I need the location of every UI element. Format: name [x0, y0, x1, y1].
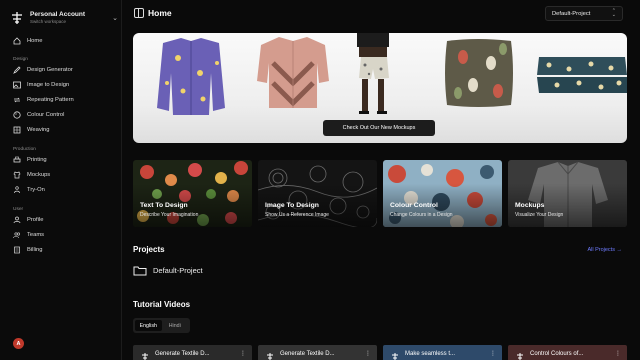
video-title: Generate Textile D... [280, 351, 335, 357]
avatar[interactable]: A [13, 338, 24, 349]
printer-icon [13, 156, 21, 164]
sidebar-item-label: Home [27, 38, 43, 44]
feature-card-title: Mockups [515, 202, 545, 209]
sidebar: Personal Account Switch workspace ⌄ Home… [0, 0, 122, 360]
video-title: Generate Textile D... [155, 351, 210, 357]
receipt-icon [13, 246, 21, 254]
tutorial-videos-heading: Tutorial Videos [133, 300, 191, 309]
home-icon [13, 37, 21, 45]
feature-card-subtitle: Change Colours in a Design [390, 212, 453, 218]
person-icon [13, 186, 21, 194]
account-name: Personal Account [30, 10, 86, 18]
more-options-icon[interactable]: ⋮ [490, 350, 496, 357]
chevron-down-icon: ⌄ [112, 15, 118, 22]
brand-logo-icon [515, 349, 525, 360]
sidebar-item-colour-control[interactable]: Colour Control [13, 110, 64, 120]
sidebar-item-teams[interactable]: Teams [13, 230, 44, 240]
shirt-mockup-image [257, 37, 329, 108]
sidebar-item-label: Mockups [27, 172, 51, 178]
video-thumbnail[interactable]: Generate Textile D... ⋮ [133, 345, 252, 360]
page-title: Home [148, 8, 172, 18]
nav-section-design: Design [13, 57, 28, 62]
feature-card-subtitle: Describe Your Imagination [140, 212, 199, 218]
sidebar-toggle-icon[interactable] [134, 8, 144, 18]
projects-heading: Projects [133, 245, 165, 254]
feature-card-colour-control[interactable]: Colour Control Change Colours in a Desig… [383, 160, 502, 227]
video-thumbnail[interactable]: Make seamless t... ⋮ [383, 345, 502, 360]
feature-card-title: Text To Design [140, 202, 188, 209]
tab-hindi[interactable]: Hindi [162, 320, 189, 331]
feature-card-title: Colour Control [390, 202, 438, 209]
brand-logo-icon [265, 349, 275, 360]
header: Home Default-Project ⌃ ⌄ [122, 0, 640, 28]
feature-card-subtitle: Visualize Your Design [515, 212, 564, 218]
grid-icon [13, 126, 21, 134]
jacket-mockup-image [157, 38, 225, 115]
palette-icon [13, 111, 21, 119]
sidebar-item-label: Colour Control [27, 112, 65, 118]
sidebar-item-label: Try-On [27, 187, 45, 193]
user-icon [13, 216, 21, 224]
account-subtitle: Switch workspace [30, 19, 67, 24]
sidebar-item-home[interactable]: Home [13, 36, 42, 46]
repeat-icon [13, 96, 21, 104]
model-mockup-image [357, 33, 389, 114]
feature-card-image-to-design[interactable]: Image To Design Show Us a Reference Imag… [258, 160, 377, 227]
more-options-icon[interactable]: ⋮ [365, 350, 371, 357]
workspace-switcher[interactable]: Personal Account Switch workspace ⌄ [10, 9, 118, 27]
new-mockups-button[interactable]: Check Out Our New Mockups [323, 120, 435, 136]
pencil-icon [13, 66, 21, 74]
tab-english[interactable]: English [135, 320, 162, 331]
sidebar-item-try-on[interactable]: Try-On [13, 185, 45, 195]
sidebar-item-label: Billing [27, 247, 43, 253]
feature-card-mockups[interactable]: Mockups Visualize Your Design [508, 160, 627, 227]
sidebar-item-label: Weaving [27, 127, 50, 133]
feature-card-subtitle: Show Us a Reference Image [265, 212, 329, 218]
brand-logo-icon [140, 349, 150, 360]
sidebar-item-label: Teams [27, 232, 45, 238]
video-thumbnail[interactable]: Control Colours of... ⋮ [508, 345, 627, 360]
project-select-value: Default-Project [552, 10, 591, 17]
pillow-mockup-image [445, 39, 513, 107]
image-icon [13, 81, 21, 89]
sidebar-item-label: Profile [27, 217, 44, 223]
nav-section-user: User [13, 207, 24, 212]
sidebar-item-label: Image to Design [27, 82, 70, 88]
all-projects-link[interactable]: All Projects → [587, 247, 622, 253]
sidebar-item-design-generator[interactable]: Design Generator [13, 65, 73, 75]
folder-icon [133, 265, 147, 276]
project-item[interactable]: Default-Project [133, 264, 203, 277]
sidebar-item-billing[interactable]: Billing [13, 245, 42, 255]
sidebar-item-printing[interactable]: Printing [13, 155, 47, 165]
video-title: Make seamless t... [405, 351, 456, 357]
sidebar-item-repeating-pattern[interactable]: Repeating Pattern [13, 95, 74, 105]
nav-section-production: Production [13, 147, 36, 152]
sidebar-item-weaving[interactable]: Weaving [13, 125, 49, 135]
project-select[interactable]: Default-Project ⌃ ⌄ [545, 6, 623, 21]
fabric-mockup-image [537, 57, 627, 93]
shirt-icon [13, 171, 21, 179]
sidebar-item-profile[interactable]: Profile [13, 215, 43, 225]
brand-logo-icon [390, 349, 400, 360]
feature-card-text-to-design[interactable]: Text To Design Describe Your Imagination [133, 160, 252, 227]
sidebar-item-label: Repeating Pattern [27, 97, 74, 103]
video-title: Control Colours of... [530, 351, 584, 357]
more-options-icon[interactable]: ⋮ [615, 350, 621, 357]
sidebar-item-label: Printing [27, 157, 47, 163]
chevron-up-down-icon: ⌃ ⌄ [611, 8, 616, 18]
team-icon [13, 231, 21, 239]
feature-card-title: Image To Design [265, 202, 319, 209]
video-thumbnail[interactable]: Generate Textile D... ⋮ [258, 345, 377, 360]
sidebar-item-label: Design Generator [27, 67, 73, 73]
language-tabs: English Hindi [133, 318, 190, 333]
sidebar-item-image-to-design[interactable]: Image to Design [13, 80, 69, 90]
brand-logo-icon [10, 11, 24, 25]
mockups-hero-banner: Check Out Our New Mockups [133, 33, 627, 143]
more-options-icon[interactable]: ⋮ [240, 350, 246, 357]
sidebar-item-mockups[interactable]: Mockups [13, 170, 50, 180]
project-name: Default-Project [153, 266, 203, 275]
